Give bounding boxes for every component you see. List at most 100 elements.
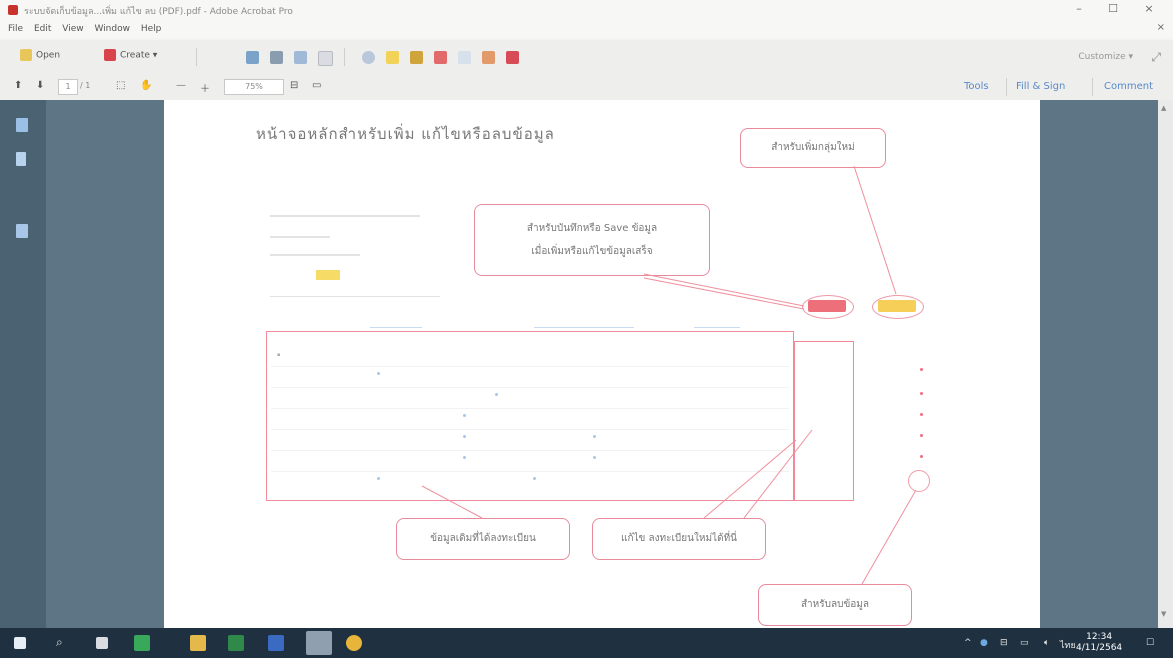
acrobat-icon (8, 5, 18, 15)
clock-time: 12:34 (1086, 632, 1113, 642)
header-link (370, 327, 422, 328)
open-label: Open (36, 50, 61, 61)
highlight-icon[interactable] (410, 51, 423, 64)
customize-menu[interactable]: Customize ▾ (1078, 52, 1133, 62)
add-button-thumbnail (878, 300, 916, 312)
menu-file[interactable]: File (8, 24, 23, 34)
sign-icon[interactable] (294, 51, 307, 64)
menu-help[interactable]: Help (141, 24, 162, 34)
stamp-icon[interactable] (434, 51, 447, 64)
toolbar-separator (196, 48, 197, 66)
minimize-button[interactable]: – (1064, 2, 1094, 15)
save-icon[interactable] (246, 51, 259, 64)
comment-link[interactable]: Comment (1104, 81, 1153, 92)
language-indicator[interactable]: ไทย (1060, 638, 1076, 652)
create-label: Create ▾ (120, 50, 158, 61)
delete-marker (920, 392, 923, 395)
arrow-delete (861, 489, 917, 585)
menu-edit[interactable]: Edit (34, 24, 51, 34)
existing-data-table: ▪ (266, 331, 794, 501)
separator (1006, 78, 1007, 96)
edit-column-highlight (794, 341, 854, 501)
table-row (271, 408, 789, 409)
delete-highlight (908, 470, 930, 492)
email-icon[interactable] (318, 51, 333, 66)
pdf-page: หน้าจอหลักสำหรับเพิ่ม แก้ไขหรือลบข้อมูล … (164, 100, 1040, 628)
table-row (271, 366, 789, 367)
table-cell-marker (593, 456, 596, 459)
table-cell-marker (463, 414, 466, 417)
pdf-icon[interactable] (506, 51, 519, 64)
volume-icon[interactable]: 🔈︎ (1044, 638, 1049, 648)
clock[interactable]: 12:34 4/11/2564 (1076, 632, 1122, 654)
tray-app-icon[interactable]: ● (980, 638, 988, 648)
app-green-icon[interactable] (134, 635, 150, 651)
zoom-select[interactable]: 75% (224, 79, 284, 95)
fit-page-icon[interactable]: ▭ (312, 80, 321, 91)
menu-window[interactable]: Window (94, 24, 130, 34)
excel-icon[interactable] (228, 635, 244, 651)
notification-icon[interactable]: ☐ (1146, 638, 1154, 648)
tray-chevron-icon[interactable]: ^ (964, 638, 972, 648)
window-title: ระบบจัดเก็บข้อมูล...เพิ่ม แก้ไข ลบ (PDF)… (24, 7, 293, 17)
fill-sign-link[interactable]: Fill & Sign (1016, 81, 1065, 92)
expand-icon[interactable]: ⤢ (1151, 50, 1161, 65)
open-button[interactable]: Open (20, 49, 60, 61)
vertical-scrollbar[interactable]: ▲ ▼ (1158, 100, 1173, 628)
toolbar-separator (344, 48, 345, 66)
task-view-icon[interactable] (96, 637, 108, 649)
tray-usb-icon[interactable]: ⊟ (1000, 638, 1008, 648)
hand-tool-icon[interactable]: ✋ (140, 80, 152, 91)
close-button[interactable]: × (1134, 2, 1164, 15)
navigation-toolbar: ⬆ ⬇ 1 / 1 ⬚ ✋ — ＋ 75% ⊟ ▭ Tools Fill & S… (0, 74, 1173, 101)
chrome-icon[interactable] (346, 635, 362, 651)
page-number-input[interactable]: 1 (58, 79, 78, 95)
network-icon[interactable]: ▭ (1020, 638, 1029, 648)
word-icon[interactable] (268, 635, 284, 651)
zoom-out-icon[interactable]: — (176, 80, 186, 91)
document-close-icon[interactable]: × (1157, 22, 1165, 33)
form-line (270, 215, 420, 217)
folder-icon (20, 49, 32, 61)
table-cell-marker (533, 477, 536, 480)
arrow-save-2 (643, 277, 805, 310)
scroll-up-icon[interactable]: ▲ (1161, 104, 1166, 112)
callout-save-line2: เมื่อเพิ่มหรือแก้ไขข้อมูลเสร็จ (531, 246, 653, 257)
form-line (270, 236, 330, 238)
delete-marker (920, 413, 923, 416)
fit-width-icon[interactable]: ⊟ (290, 80, 298, 91)
file-explorer-icon[interactable] (190, 635, 206, 651)
next-page-icon[interactable]: ⬇ (36, 80, 44, 91)
navigation-pane (0, 100, 46, 628)
prev-page-icon[interactable]: ⬆ (14, 80, 22, 91)
table-row (271, 450, 789, 451)
print-icon[interactable] (270, 51, 283, 64)
arrow-add (853, 165, 897, 295)
acrobat-taskbar-icon[interactable] (306, 631, 332, 655)
callout-delete: สำหรับลบข้อมูล (758, 584, 912, 626)
delete-marker (920, 455, 923, 458)
tools-link[interactable]: Tools (964, 81, 989, 92)
bookmarks-icon[interactable] (16, 152, 26, 166)
attach-icon[interactable] (458, 51, 471, 64)
table-row (271, 387, 789, 388)
table-cell-marker (463, 435, 466, 438)
settings-icon[interactable] (362, 51, 375, 64)
maximize-button[interactable]: ☐ (1098, 2, 1128, 15)
canvas-left-margin (46, 100, 164, 628)
table-cell-marker (377, 477, 380, 480)
create-button[interactable]: Create ▾ (104, 49, 157, 61)
select-tool-icon[interactable]: ⬚ (116, 80, 125, 91)
table-cell-marker (463, 456, 466, 459)
menu-view[interactable]: View (62, 24, 83, 34)
callout-edit-new: แก้ไข ลงทะเบียนใหม่ได้ที่นี่ (592, 518, 766, 560)
arrow-save-1 (643, 273, 805, 307)
search-icon[interactable]: ⌕ (56, 635, 72, 651)
comment-icon[interactable] (386, 51, 399, 64)
signatures-icon[interactable] (16, 224, 28, 238)
zoom-in-icon[interactable]: ＋ (200, 80, 210, 95)
scroll-down-icon[interactable]: ▼ (1161, 610, 1166, 618)
page-thumbnails-icon[interactable] (16, 118, 28, 132)
start-icon[interactable] (14, 637, 26, 649)
export-icon[interactable] (482, 51, 495, 64)
